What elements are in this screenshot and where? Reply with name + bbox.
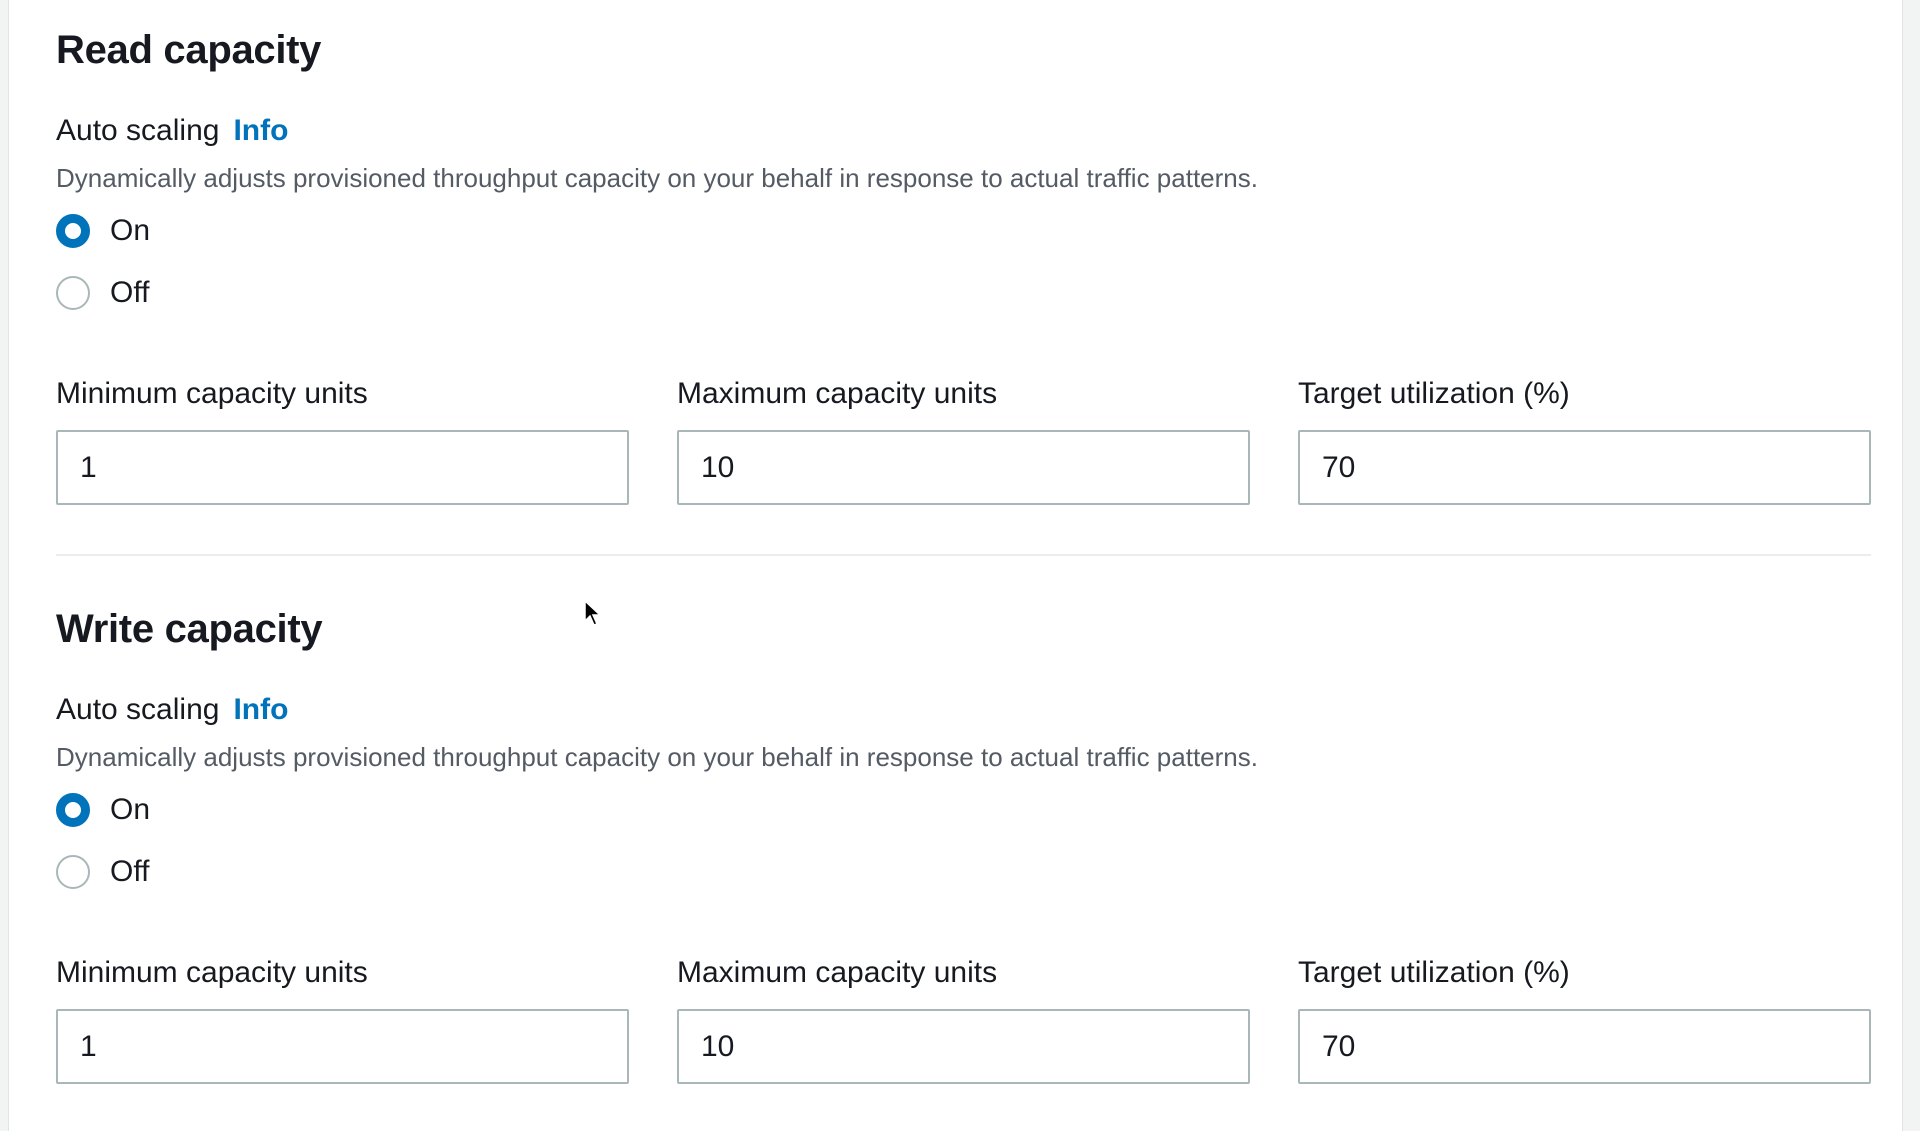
min-capacity-label: Minimum capacity units <box>56 956 368 989</box>
read-capacity-heading: Read capacity <box>56 28 322 72</box>
radio-auto-scaling-off[interactable]: Off <box>56 855 149 889</box>
info-link[interactable]: Info <box>233 114 288 147</box>
target-utilization-input[interactable] <box>1298 430 1871 505</box>
info-link[interactable]: Info <box>233 693 288 726</box>
radio-unchecked-icon[interactable] <box>56 276 90 310</box>
radio-checked-icon[interactable] <box>56 214 90 248</box>
read-capacity-section: Read capacity Auto scaling Info Dynamical… <box>0 0 1920 560</box>
min-capacity-input[interactable] <box>56 1009 629 1084</box>
mouse-cursor-icon <box>584 600 602 626</box>
auto-scaling-label-row: Auto scaling Info <box>56 693 288 727</box>
min-capacity-input[interactable] <box>56 430 629 505</box>
min-capacity-label: Minimum capacity units <box>56 377 368 410</box>
target-utilization-input[interactable] <box>1298 1009 1871 1084</box>
radio-checked-icon[interactable] <box>56 793 90 827</box>
max-capacity-input[interactable] <box>677 430 1250 505</box>
auto-scaling-description: Dynamically adjusts provisioned throughp… <box>56 742 1258 772</box>
radio-unchecked-icon[interactable] <box>56 855 90 889</box>
radio-auto-scaling-off[interactable]: Off <box>56 276 149 310</box>
radio-label: On <box>110 214 151 247</box>
radio-auto-scaling-on[interactable]: On <box>56 793 150 827</box>
target-utilization-label: Target utilization (%) <box>1298 956 1570 989</box>
radio-label: Off <box>110 276 150 309</box>
auto-scaling-label: Auto scaling <box>56 114 220 147</box>
auto-scaling-label: Auto scaling <box>56 693 220 726</box>
max-capacity-input[interactable] <box>677 1009 1250 1084</box>
section-divider <box>56 554 1871 556</box>
write-capacity-heading: Write capacity <box>56 607 323 651</box>
target-utilization-label: Target utilization (%) <box>1298 377 1570 410</box>
radio-auto-scaling-on[interactable]: On <box>56 214 150 248</box>
radio-label: On <box>110 793 151 826</box>
max-capacity-label: Maximum capacity units <box>677 956 998 989</box>
auto-scaling-description: Dynamically adjusts provisioned throughp… <box>56 163 1258 193</box>
max-capacity-label: Maximum capacity units <box>677 377 998 410</box>
auto-scaling-label-row: Auto scaling Info <box>56 114 288 148</box>
write-capacity-section: Write capacity Auto scaling Info Dynamica… <box>0 579 1920 1139</box>
radio-label: Off <box>110 855 150 888</box>
